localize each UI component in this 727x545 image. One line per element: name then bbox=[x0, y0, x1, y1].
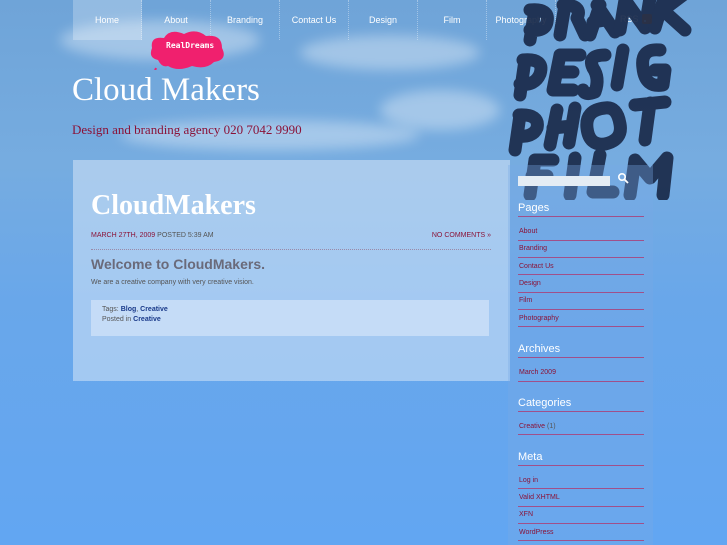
post-time: posted 5:39 am bbox=[157, 232, 214, 239]
meta-link-valid-xhtml[interactable]: Valid XHTML bbox=[519, 494, 560, 501]
categories-heading: Categories bbox=[518, 397, 572, 409]
post-title[interactable]: CloudMakers bbox=[91, 190, 256, 222]
divider bbox=[518, 506, 644, 507]
divider bbox=[518, 240, 644, 241]
site-title[interactable]: Cloud Makers bbox=[72, 72, 260, 109]
post-category: Posted in Creative bbox=[102, 316, 161, 323]
category-count: (1) bbox=[545, 423, 556, 430]
sidebar-category-creative: Creative (1) bbox=[519, 423, 556, 430]
main-nav: Home About Branding Contact Us Design Fi… bbox=[73, 0, 556, 40]
post-body: We are a creative company with very crea… bbox=[91, 279, 254, 286]
divider bbox=[518, 292, 644, 293]
search-icon[interactable] bbox=[617, 172, 629, 184]
sidebar-page-branding[interactable]: Branding bbox=[519, 245, 547, 252]
logo-cloud-bubble bbox=[150, 31, 224, 70]
tag-link-creative[interactable]: Creative bbox=[140, 306, 168, 313]
divider bbox=[518, 381, 644, 382]
divider bbox=[518, 411, 644, 412]
sidebar-page-about[interactable]: About bbox=[519, 228, 537, 235]
tag-link-blog[interactable]: Blog bbox=[121, 306, 137, 313]
divider bbox=[518, 465, 644, 466]
post-date-line: March 27th, 2009 posted 5:39 am bbox=[91, 232, 214, 239]
search-input[interactable] bbox=[518, 176, 610, 186]
post-footer: Tags: Blog, Creative Posted in Creative bbox=[91, 300, 489, 336]
meta-link-log-in[interactable]: Log in bbox=[519, 477, 538, 484]
divider bbox=[518, 434, 644, 435]
divider bbox=[518, 216, 644, 217]
comments-link[interactable]: No comments » bbox=[432, 232, 491, 239]
sidebar-page-contact-us[interactable]: Contact Us bbox=[519, 263, 554, 270]
nav-item-design[interactable]: Design bbox=[349, 0, 418, 40]
nav-item-film[interactable]: Film bbox=[418, 0, 487, 40]
category-name-link[interactable]: Creative bbox=[519, 423, 545, 430]
category-link-creative[interactable]: Creative bbox=[133, 316, 161, 323]
post-meta: March 27th, 2009 posted 5:39 am No comme… bbox=[91, 232, 491, 250]
divider bbox=[518, 488, 644, 489]
meta-link-wordpress[interactable]: WordPress bbox=[519, 529, 554, 536]
divider bbox=[518, 257, 644, 258]
archive-link-march-2009[interactable]: March 2009 bbox=[519, 369, 556, 376]
pages-heading: Pages bbox=[518, 202, 550, 214]
sidebar-page-photography[interactable]: Photography bbox=[519, 315, 559, 322]
tags-prefix: Tags: bbox=[102, 306, 121, 313]
logo-bubble-text: RealDreams bbox=[166, 41, 215, 50]
divider bbox=[518, 326, 644, 327]
background-cloud bbox=[380, 90, 500, 130]
meta-heading: Meta bbox=[518, 451, 543, 463]
post-date: March 27th, 2009 bbox=[91, 232, 156, 239]
divider bbox=[518, 357, 644, 358]
divider bbox=[518, 540, 644, 541]
archives-heading: Archives bbox=[518, 343, 561, 355]
posted-in-prefix: Posted in bbox=[102, 316, 134, 323]
post-container: CloudMakers March 27th, 2009 posted 5:39… bbox=[73, 160, 510, 381]
nav-item-home[interactable]: Home bbox=[73, 0, 142, 40]
divider bbox=[518, 523, 644, 524]
sidebar-page-film[interactable]: Film bbox=[519, 297, 532, 304]
nav-item-contact-us[interactable]: Contact Us bbox=[280, 0, 349, 40]
site-tagline: Design and branding agency 020 7042 9990 bbox=[72, 122, 302, 137]
background-cloud bbox=[300, 35, 480, 70]
post-tags: Tags: Blog, Creative bbox=[102, 306, 168, 313]
sidebar-page-design[interactable]: Design bbox=[519, 280, 541, 287]
divider bbox=[518, 274, 644, 275]
post-heading: Welcome to CloudMakers. bbox=[91, 256, 266, 272]
divider bbox=[518, 309, 644, 310]
meta-link-xfn[interactable]: XFN bbox=[519, 511, 533, 518]
